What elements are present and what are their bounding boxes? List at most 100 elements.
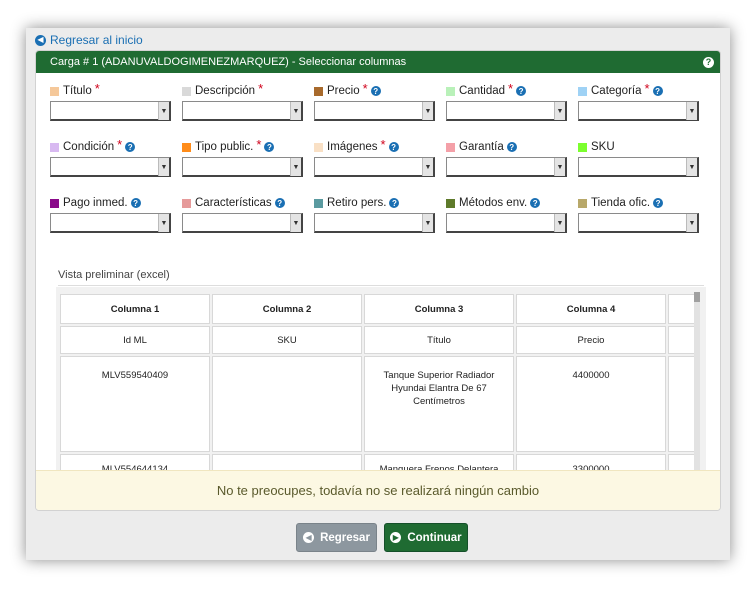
panel-header: Carga # 1 (ADANUVALDOGIMENEZMARQUEZ) - S… (36, 51, 720, 73)
column-select-descripcion[interactable]: ▼ (182, 101, 303, 121)
table-cell: SKU (212, 326, 362, 354)
chevron-down-icon: ▼ (158, 214, 169, 232)
field-categoria: Categoría *? ▼ (578, 80, 710, 140)
column-select-caracteristicas[interactable]: ▼ (182, 213, 303, 233)
chevron-down-icon: ▼ (422, 102, 433, 120)
arrow-right-icon: ▶ (390, 532, 402, 543)
column-select-precio[interactable]: ▼ (314, 101, 435, 121)
table-cell: MLV559540409 (60, 356, 210, 452)
help-icon[interactable]: ? (652, 86, 663, 96)
arrow-left-icon: ◀ (35, 34, 46, 46)
color-swatch (446, 142, 455, 152)
field-label: SKU (591, 141, 615, 153)
chevron-down-icon: ▼ (554, 214, 565, 232)
back-to-home-link[interactable]: ◀ Regresar al inicio (35, 33, 143, 47)
field-cantidad: Cantidad *? ▼ (446, 81, 578, 140)
help-icon[interactable]: ? (274, 198, 285, 208)
field-label: Pago inmed. (63, 197, 128, 209)
chevron-down-icon: ▼ (158, 158, 169, 176)
column-select-tipo-public[interactable]: ▼ (182, 157, 303, 177)
field-tipo-public: Tipo public. *? ▼ (182, 137, 314, 196)
field-label-row: Imágenes *? (314, 136, 446, 154)
help-icon[interactable]: ? (388, 142, 399, 152)
column-select-garantia[interactable]: ▼ (446, 157, 567, 177)
field-pago-inmed: Pago inmed.? ▼ (50, 196, 182, 252)
column-select-titulo[interactable]: ▼ (50, 101, 171, 121)
help-icon[interactable]: ? (506, 142, 517, 152)
color-swatch (446, 198, 455, 208)
field-label: Condición (63, 141, 115, 153)
field-label-row: Retiro pers.? (314, 196, 446, 210)
vertical-scrollbar[interactable] (694, 292, 700, 487)
color-swatch (314, 198, 323, 208)
column-select-imagenes[interactable]: ▼ (314, 157, 435, 177)
field-label-row: Título * (50, 81, 182, 98)
field-descripcion: Descripción * ▼ (182, 81, 314, 140)
continue-button[interactable]: ▶ Continuar (384, 523, 468, 552)
field-label-row: Métodos env.? (446, 196, 578, 210)
chevron-down-icon: ▼ (290, 102, 301, 120)
chevron-down-icon: ▼ (422, 158, 433, 176)
chevron-down-icon: ▼ (422, 214, 433, 232)
color-swatch (182, 142, 191, 152)
column-select-retiro-pers[interactable]: ▼ (314, 213, 435, 233)
help-icon[interactable]: ? (370, 86, 381, 96)
chevron-down-icon: ▼ (554, 158, 565, 176)
field-label: Título (63, 85, 92, 97)
help-icon[interactable]: ? (125, 142, 136, 152)
field-imagenes: Imágenes *? ▼ (314, 136, 446, 196)
help-icon[interactable]: ? (130, 198, 141, 208)
color-swatch (314, 86, 323, 96)
help-icon[interactable]: ? (516, 86, 527, 96)
field-label-row: SKU (578, 140, 710, 154)
column-selection-panel: Carga # 1 (ADANUVALDOGIMENEZMARQUEZ) - S… (35, 50, 721, 511)
field-label-row: Tipo public. *? (182, 137, 314, 154)
help-icon[interactable]: ? (653, 198, 664, 208)
help-icon[interactable]: ? (530, 198, 541, 208)
column-select-cantidad[interactable]: ▼ (446, 101, 567, 121)
column-select-sku[interactable]: ▼ (578, 157, 699, 177)
table-cell: Tanque Superior Radiador Hyundai Elantra… (364, 356, 514, 452)
back-link-label: Regresar al inicio (50, 33, 143, 47)
column-select-metodos-env[interactable]: ▼ (446, 213, 567, 233)
column-select-condicion[interactable]: ▼ (50, 157, 171, 177)
chevron-down-icon: ▼ (290, 214, 301, 232)
color-swatch (314, 142, 323, 152)
color-swatch (50, 86, 59, 96)
table-cell: 4400000 (516, 356, 666, 452)
divider (58, 285, 704, 286)
color-swatch (578, 198, 587, 208)
help-icon[interactable]: ? (389, 198, 400, 208)
column-select-pago-inmed[interactable]: ▼ (50, 213, 171, 233)
chevron-down-icon: ▼ (554, 102, 565, 120)
table-cell (212, 356, 362, 452)
back-button-label: Regresar (320, 531, 370, 544)
panel-title: Carga # 1 (ADANUVALDOGIMENEZMARQUEZ) - S… (50, 56, 407, 68)
color-swatch (446, 86, 455, 96)
required-asterisk-icon: * (380, 136, 386, 152)
field-label-row: Pago inmed.? (50, 196, 182, 210)
field-label: Precio (327, 85, 360, 97)
column-select-categoria[interactable]: ▼ (578, 101, 699, 121)
preview-table-container[interactable]: Columna 1 Columna 2 Columna 3 Columna 4 … (56, 287, 706, 495)
required-asterisk-icon: * (644, 80, 650, 96)
field-label: Métodos env. (459, 197, 528, 209)
field-label-row: Características? (182, 196, 314, 210)
chevron-down-icon: ▼ (686, 158, 697, 176)
field-label: Retiro pers. (327, 197, 387, 209)
column-select-tienda-ofic[interactable]: ▼ (578, 213, 699, 233)
scrollbar-thumb[interactable] (694, 292, 700, 302)
table-cell: Precio (516, 326, 666, 354)
help-icon[interactable]: ? (264, 142, 275, 152)
field-label: Características (195, 197, 272, 209)
column-header: Columna 3 (364, 294, 514, 324)
field-label: Tienda ofic. (591, 197, 651, 209)
help-icon[interactable]: ? (703, 56, 714, 68)
field-garantia: Garantía? ▼ (446, 140, 578, 196)
field-row: Título * ▼ Descripción * ▼ Precio *? ▼ Cantidad *?… (50, 80, 710, 140)
required-asterisk-icon: * (362, 80, 368, 96)
field-tienda-ofic: Tienda ofic.? ▼ (578, 196, 710, 252)
field-label-row: Precio *? (314, 80, 446, 98)
color-swatch (182, 198, 191, 208)
back-button[interactable]: ◀ Regresar (296, 523, 377, 552)
